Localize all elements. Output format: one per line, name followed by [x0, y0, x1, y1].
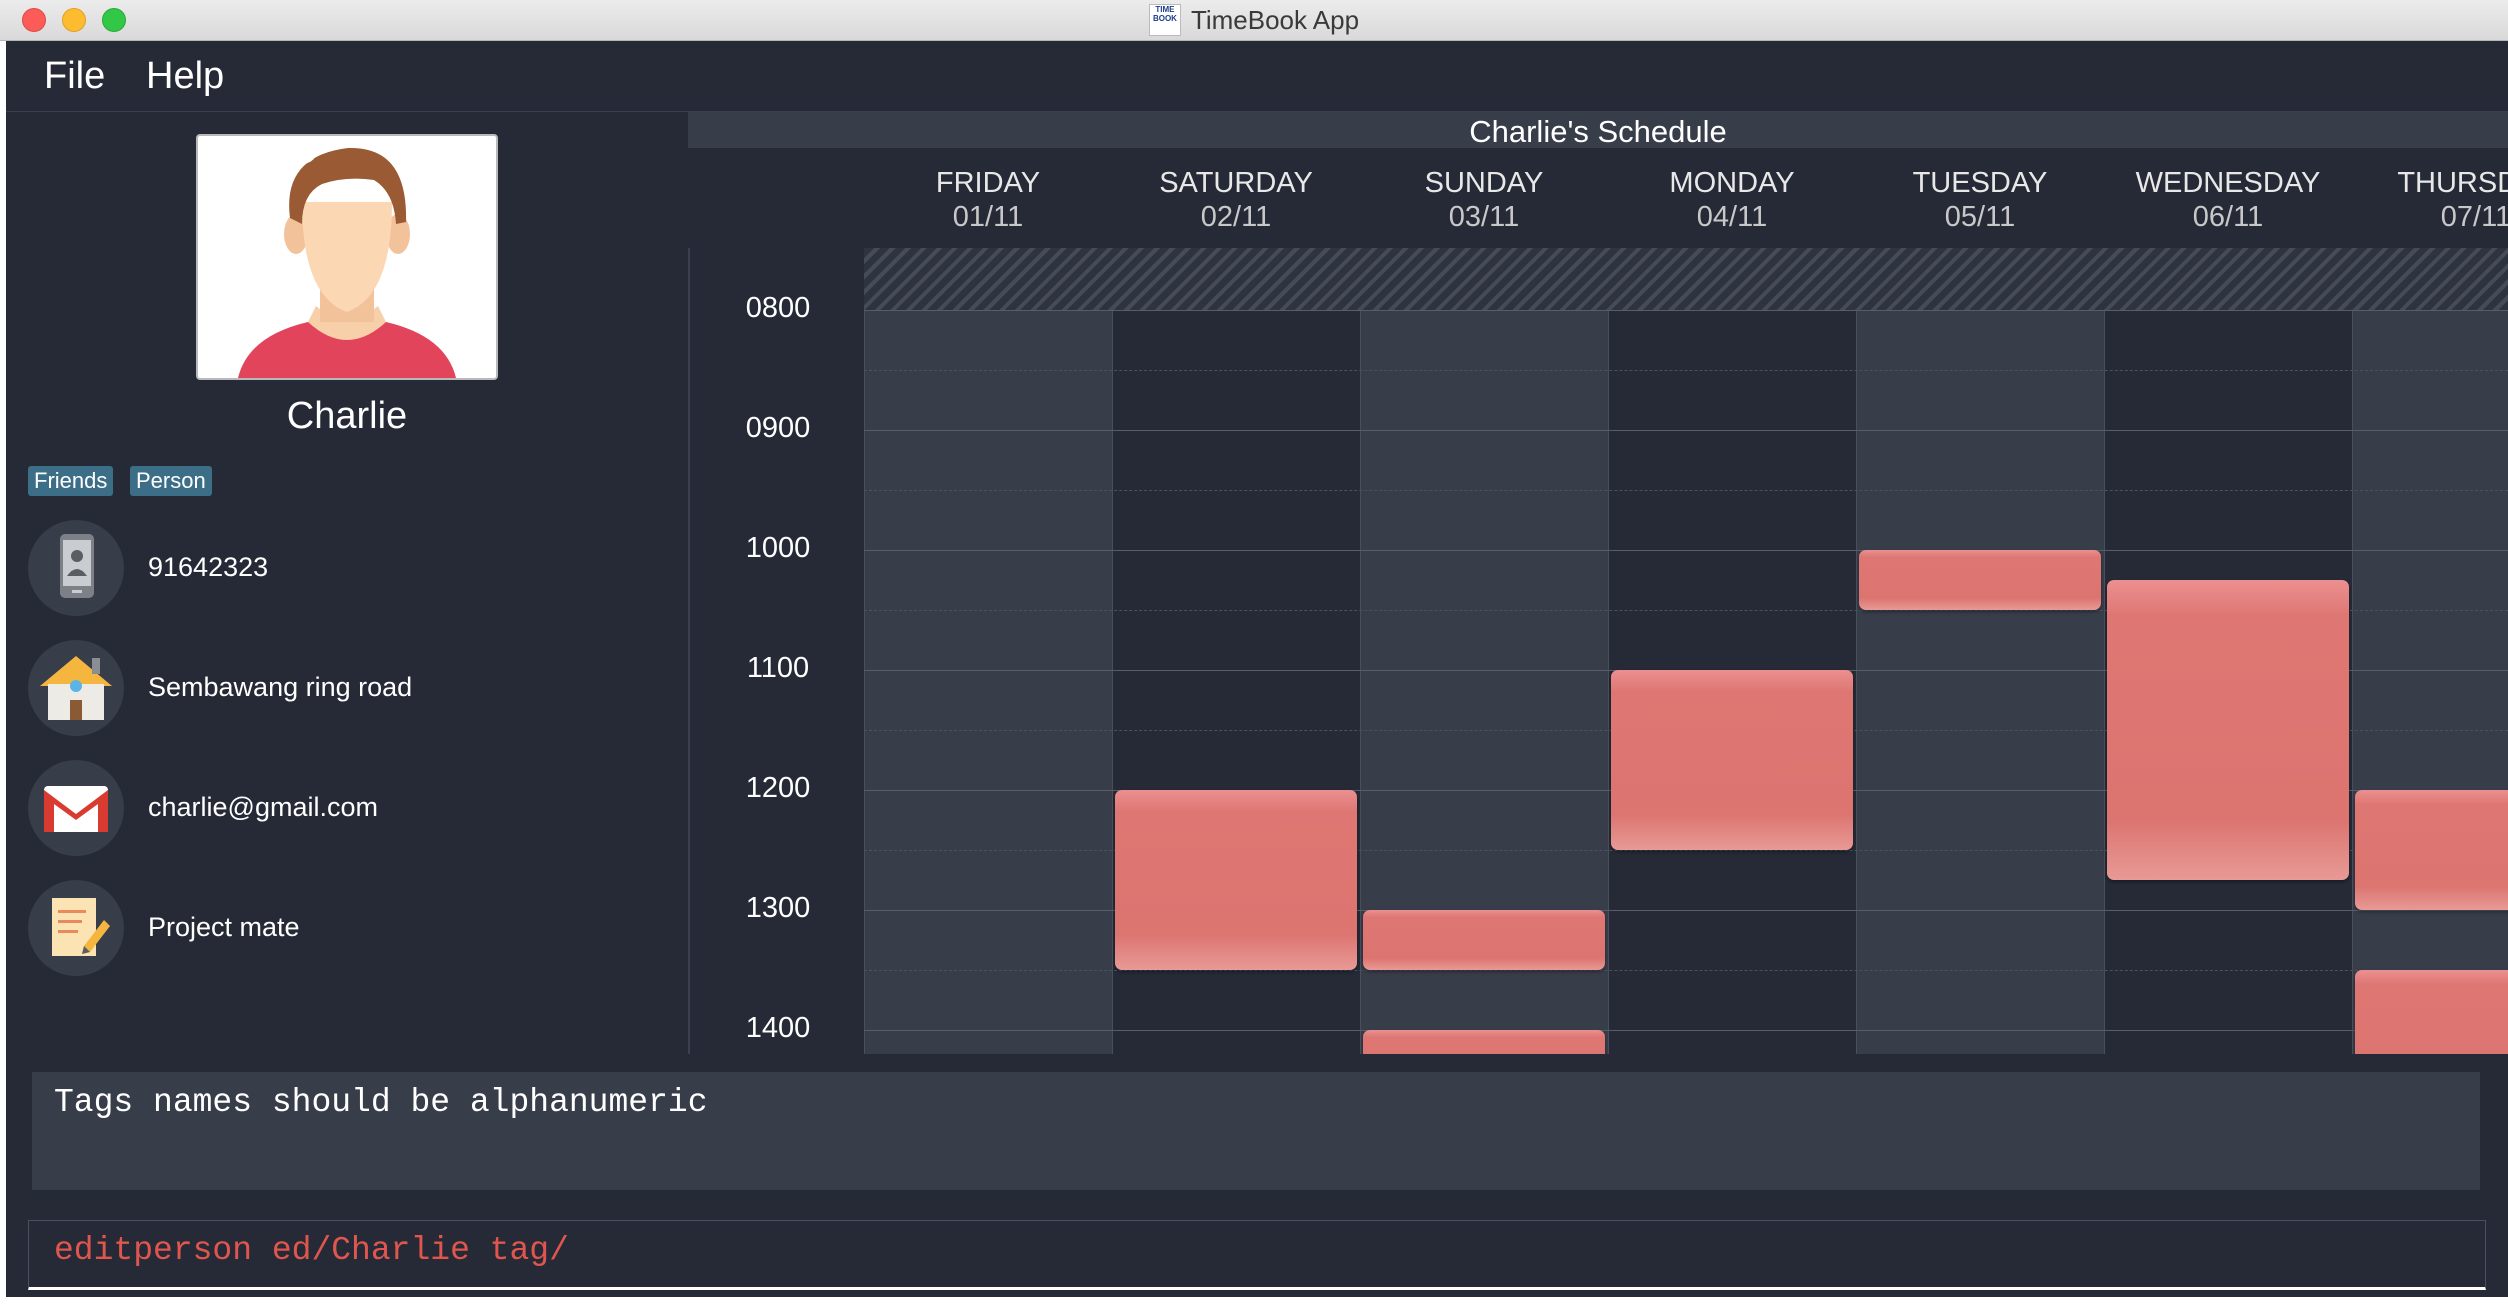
- schedule-event[interactable]: [1611, 670, 1853, 850]
- day-header: MONDAY 04/11: [1669, 167, 1795, 233]
- half-hour-gridline: [864, 490, 2508, 491]
- day-header: WEDNESDAY 06/11: [2135, 167, 2321, 233]
- hour-gridline: [864, 1030, 2508, 1031]
- hour-gridline: [864, 430, 2508, 431]
- schedule-header: FRIDAY 01/11 SATURDAY 02/11 SUNDAY 03/11 MO…: [688, 148, 2508, 248]
- app-logo-icon: TIME BOOK: [1148, 4, 1181, 36]
- tag-person: Person: [130, 466, 212, 496]
- day-column: [2352, 248, 2508, 1054]
- day-column: [1856, 248, 2104, 1054]
- schedule-grid[interactable]: [864, 248, 2508, 1054]
- schedule-event[interactable]: [1363, 910, 1605, 970]
- person-name: Charlie: [286, 395, 408, 437]
- schedule-event[interactable]: [1115, 790, 1357, 970]
- day-header: THURSDAY07/11: [2397, 167, 2508, 233]
- avatar: [196, 134, 498, 380]
- day-column: [864, 248, 1112, 1054]
- menu-bar: File Help: [6, 41, 2508, 112]
- address: Sembawang ring road: [148, 672, 413, 702]
- day-header: TUESDAY 05/11: [1912, 167, 2048, 233]
- schedule-event[interactable]: [2355, 970, 2508, 1054]
- hour-gridline: [864, 310, 2508, 311]
- result-message: Tags names should be alphanumeric: [54, 1084, 708, 1121]
- time-label: 1300: [745, 892, 811, 924]
- gmail-icon: [28, 760, 124, 856]
- time-label: 1400: [745, 1012, 811, 1044]
- time-label: 1100: [746, 652, 810, 684]
- tag-friends: Friends: [28, 466, 114, 496]
- phone-icon: [28, 520, 124, 616]
- time-label: 0800: [745, 292, 811, 324]
- notepad-icon: [28, 880, 124, 976]
- time-label: 0900: [745, 412, 811, 444]
- day-header: SATURDAY 02/11: [1159, 167, 1313, 233]
- schedule-event[interactable]: [2107, 580, 2349, 880]
- time-column: 0800 0900 1000 1100 1200 1300 1400: [688, 248, 867, 1054]
- schedule-event[interactable]: [1859, 550, 2101, 610]
- menu-help[interactable]: Help: [146, 41, 224, 111]
- hour-gridline: [864, 910, 2508, 911]
- phone-number: 91642323: [148, 552, 269, 582]
- remark: Project mate: [148, 912, 300, 942]
- day-header: FRIDAY 01/11: [935, 167, 1041, 233]
- half-hour-gridline: [864, 970, 2508, 971]
- app-title-text: TimeBook App: [1190, 4, 1360, 35]
- half-hour-gridline: [864, 370, 2508, 371]
- avatar-illustration: [238, 136, 456, 378]
- schedule-title: Charlie's Schedule: [688, 112, 2508, 149]
- hour-gridline: [864, 550, 2508, 551]
- time-label: 1000: [745, 532, 811, 564]
- time-label: 1200: [745, 772, 811, 804]
- email: charlie@gmail.com: [148, 792, 378, 822]
- house-icon: [28, 640, 124, 736]
- past-time-hatch: [864, 248, 2508, 310]
- day-header: SUNDAY 03/11: [1424, 167, 1544, 233]
- schedule-event[interactable]: [1363, 1030, 1605, 1054]
- day-column: [1608, 248, 1856, 1054]
- schedule-event[interactable]: [2355, 790, 2508, 910]
- menu-file[interactable]: File: [44, 41, 105, 111]
- command-input-text[interactable]: editperson ed/Charlie tag/: [54, 1232, 569, 1269]
- window-title: TIME BOOK TimeBook App: [0, 0, 2508, 40]
